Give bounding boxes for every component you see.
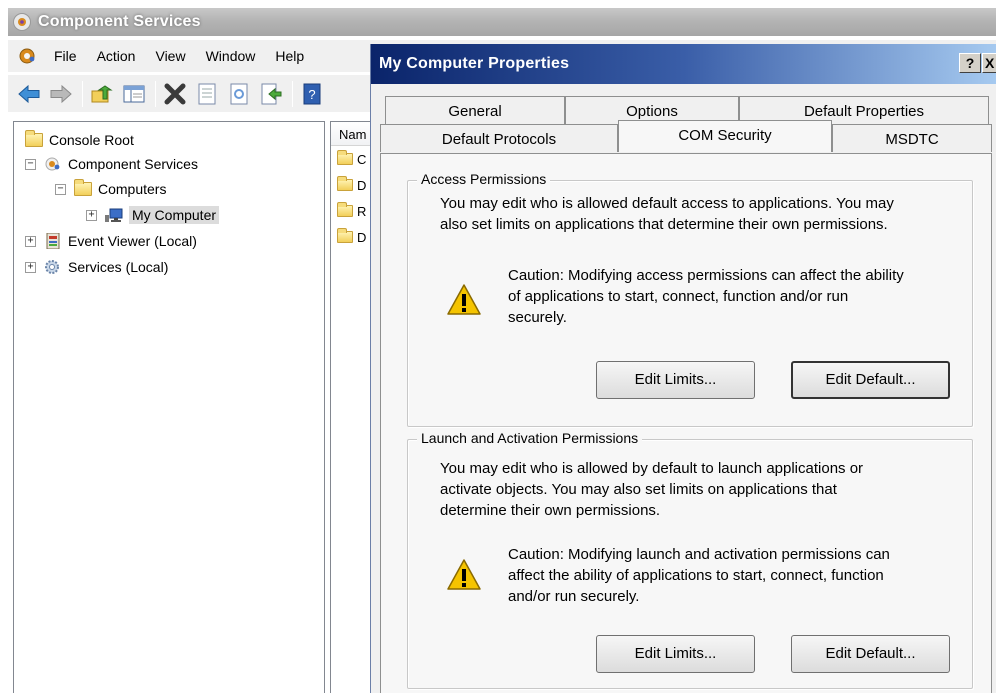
access-permissions-legend: Access Permissions [417,171,551,187]
context-help-button[interactable]: ? [959,53,981,73]
event-viewer-icon [46,233,60,249]
expand-toggle-icon[interactable]: + [86,209,97,221]
collapse-toggle-icon[interactable]: − [25,158,36,170]
tree-item-label: Event Viewer (Local) [68,233,197,249]
console-tree-pane[interactable]: Console Root − Component Services − Comp… [13,121,325,693]
access-permissions-description: You may edit who is allowed default acce… [440,195,894,233]
access-permissions-caution: Caution: Modifying access permissions ca… [508,267,904,326]
show-hide-tree-icon [123,85,145,102]
delete-icon [164,83,186,104]
launch-edit-default-button[interactable]: Edit Default... [791,635,950,673]
tab-com-security[interactable]: COM Security [618,120,832,152]
help-toolbar-button[interactable]: ? [299,81,325,107]
access-edit-limits-button[interactable]: Edit Limits... [596,361,755,399]
folder-icon [337,150,353,165]
folder-icon [25,130,43,148]
up-one-level-button[interactable] [89,81,115,107]
back-arrow-icon [18,84,40,103]
svg-text:?: ? [308,87,315,102]
menu-window[interactable]: Window [196,48,266,64]
dialog-title: My Computer Properties [379,55,570,72]
properties-icon [198,83,216,104]
tree-item-console-root[interactable]: Console Root [25,129,134,151]
tree-item-label: My Computer [129,206,220,224]
mmc-system-menu-icon[interactable] [18,47,36,65]
name-column-header[interactable]: Nam [331,122,371,146]
toolbar-separator [292,80,293,107]
mmc-title: Component Services [38,13,201,30]
menu-help[interactable]: Help [265,48,314,64]
tree-item-component-services[interactable]: − Component Services [25,153,198,175]
tree-item-label: Component Services [68,156,198,172]
folder-icon [337,228,353,243]
forward-arrow-icon [50,84,72,103]
launch-activation-permissions-group: Launch and Activation Permissions You ma… [407,430,973,689]
list-item[interactable]: R [331,198,371,224]
services-gear-icon [45,260,59,274]
list-item[interactable]: D [331,224,371,250]
menu-action[interactable]: Action [87,48,146,64]
result-list-pane[interactable]: Nam C D R D [330,121,372,693]
help-icon: ? [303,83,321,104]
tree-item-my-computer[interactable]: + My Computer [86,204,220,226]
toolbar-separator [82,80,83,107]
component-services-node-icon [45,157,60,171]
close-button[interactable]: X [982,53,996,73]
folder-icon [74,179,92,197]
access-permissions-group: Access Permissions You may edit who is a… [407,171,973,427]
access-edit-default-button[interactable]: Edit Default... [791,361,950,399]
dialog-title-bar[interactable]: My Computer Properties ? X [371,44,996,84]
folder-icon [337,202,353,217]
my-computer-icon [105,208,123,222]
export-list-button[interactable] [258,81,284,107]
menu-file[interactable]: File [44,48,87,64]
delete-button[interactable] [162,81,188,107]
back-button[interactable] [16,81,42,107]
folder-icon [337,176,353,191]
tree-item-label: Console Root [49,132,134,148]
toolbar-separator [155,80,156,107]
properties-button[interactable] [194,81,220,107]
tree-item-services[interactable]: + Services (Local) [25,256,168,278]
menu-view[interactable]: View [145,48,195,64]
launch-edit-limits-button[interactable]: Edit Limits... [596,635,755,673]
tab-general[interactable]: General [385,96,565,124]
warning-icon [447,284,481,315]
show-hide-console-tree-button[interactable] [121,81,147,107]
component-services-icon [13,13,31,31]
list-item[interactable]: C [331,146,371,172]
launch-activation-caution: Caution: Modifying launch and activation… [508,546,890,605]
warning-icon [447,559,481,590]
list-item[interactable]: D [331,172,371,198]
tree-item-label: Services (Local) [68,259,169,275]
my-computer-properties-dialog: My Computer Properties ? X General Optio… [370,44,996,693]
expand-toggle-icon[interactable]: + [25,235,36,247]
collapse-toggle-icon[interactable]: − [55,183,66,195]
launch-activation-permissions-legend: Launch and Activation Permissions [417,430,643,446]
up-folder-icon [91,84,113,102]
export-list-icon [261,83,282,104]
tree-item-computers[interactable]: − Computers [55,178,166,200]
expand-toggle-icon[interactable]: + [25,261,36,273]
tab-default-protocols[interactable]: Default Protocols [380,124,618,152]
refresh-icon [230,83,248,104]
tree-item-label: Computers [98,181,167,197]
tree-item-event-viewer[interactable]: + Event Viewer (Local) [25,230,197,252]
refresh-button[interactable] [226,81,252,107]
com-security-tab-panel: Access Permissions You may edit who is a… [380,153,992,693]
mmc-title-bar[interactable]: Component Services [8,8,996,36]
forward-button[interactable] [48,81,74,107]
launch-activation-description: You may edit who is allowed by default t… [440,460,864,519]
tab-msdtc[interactable]: MSDTC [832,124,992,152]
